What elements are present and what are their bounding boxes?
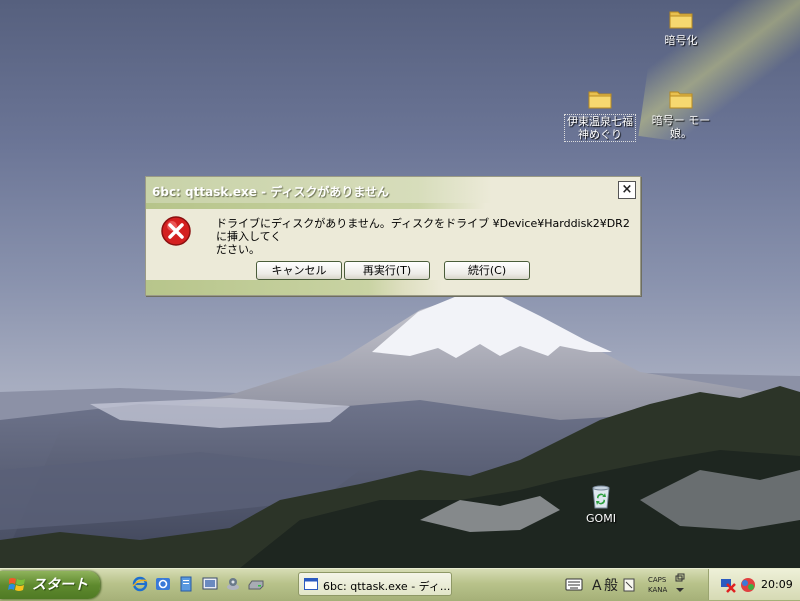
task-button-label: 6bc: qttask.exe - ディ... [323,580,451,593]
network-error-icon[interactable] [719,576,737,594]
caps-indicator: CAPS [648,576,667,584]
ime-pad-icon[interactable] [623,578,635,592]
desktop-icon-label: 暗号ー モー 娘。 [651,114,711,140]
clock[interactable]: 20:09 [761,578,793,591]
folder-icon [669,91,693,109]
close-button[interactable]: × [618,181,636,199]
media-icon[interactable] [225,576,241,592]
dialog-message: ドライブにディスクがありません。ディスクをドライブ ¥Device¥Harddi… [216,217,630,256]
desktop-icon-angouka[interactable]: 暗号化 [640,4,722,47]
ie-icon[interactable] [132,576,148,592]
chevron-down-icon[interactable] [676,588,684,592]
drive-icon[interactable] [248,576,264,592]
desktop-icon-label: 伊東温泉七福 神めぐり [564,114,636,142]
desktop-icon[interactable] [202,576,218,592]
dialog-titlebar[interactable]: 6bc: qttask.exe - ディスクがありません × [146,177,640,203]
folder-icon [669,11,693,29]
dialog-title: 6bc: qttask.exe - ディスクがありません [152,185,390,199]
security-icon[interactable] [739,576,757,594]
taskbar-task-button[interactable]: 6bc: qttask.exe - ディ... [298,572,452,596]
mail-icon[interactable] [155,576,171,592]
system-tray: 20:09 [708,569,800,600]
recycle-bin-icon [592,485,610,509]
retry-button[interactable]: 再実行(T) [344,261,430,280]
desktop-icon-angou-momusu[interactable]: 暗号ー モー 娘。 [640,84,722,140]
error-icon [161,216,191,246]
error-dialog: 6bc: qttask.exe - ディスクがありません × ドライブにディスク… [145,176,641,296]
start-label: スタート [32,577,88,593]
titlebar-glow [146,203,486,209]
keyboard-icon[interactable] [565,578,583,591]
continue-button[interactable]: 続行(C) [444,261,530,280]
cancel-button[interactable]: キャンセル [256,261,342,280]
windows-flag-icon [8,578,25,591]
desktop-icon-label: GOMI [586,512,616,525]
ime-kanji[interactable]: 般 [604,578,618,594]
ime-mode[interactable]: A [592,578,602,594]
kana-indicator: KANA [648,586,667,594]
start-button[interactable]: スタート [0,571,100,599]
desktop-icon-ito-onsen[interactable]: 伊東温泉七福 神めぐり [559,84,641,142]
document-icon[interactable] [178,576,194,592]
folder-icon [588,91,612,109]
window-icon [304,578,318,590]
restore-icon[interactable] [675,573,685,582]
ime-toolbar: A 般 CAPS KANA [565,573,685,594]
desktop-icon-gomi[interactable]: GOMI [560,482,642,525]
desktop-icon-label: 暗号化 [664,34,698,47]
dialog-bottom-glow [146,280,640,295]
